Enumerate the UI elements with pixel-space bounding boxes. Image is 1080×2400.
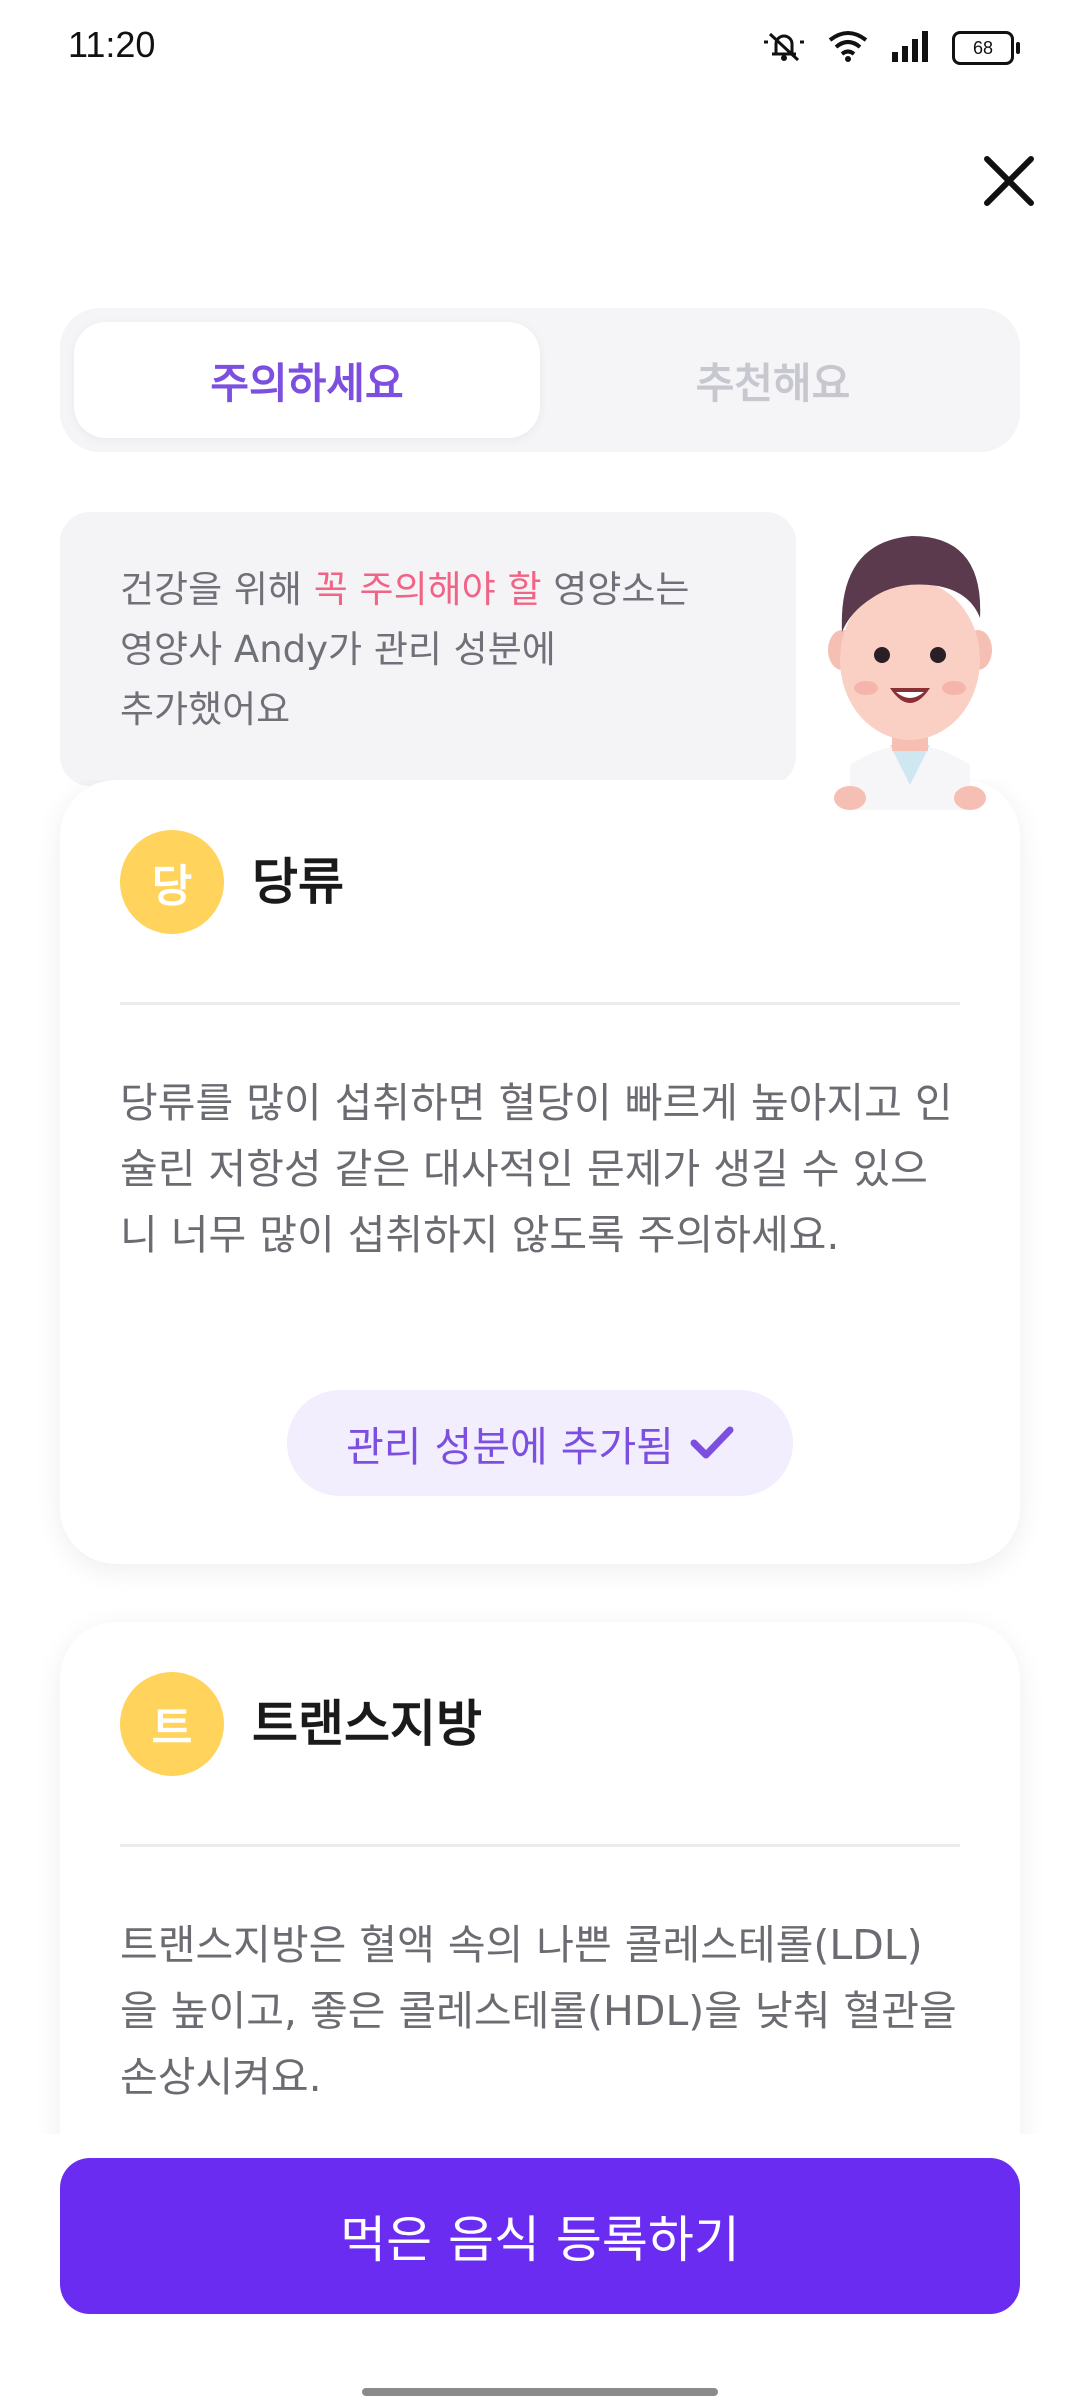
check-icon	[690, 1426, 734, 1459]
card-description: 당류를 많이 섭취하면 혈당이 빠르게 높아지고 인슐린 저항성 같은 대사적인…	[120, 1079, 953, 1259]
tab-recommended[interactable]: 추천해요	[540, 322, 1006, 438]
card-badge: 트	[120, 1672, 224, 1776]
close-icon	[984, 156, 1034, 206]
card-title: 당류	[252, 853, 344, 911]
intro-line2: 영양사 Andy가 관리 성분에	[120, 628, 556, 671]
intro-message: 건강을 위해 꼭 주의해야 할 영양소는 영양사 Andy가 관리 성분에 추가…	[60, 512, 796, 786]
added-label: 관리 성분에 추가됨	[346, 1423, 674, 1471]
nutritionist-avatar	[820, 520, 1000, 810]
status-bar: 11:20 68	[0, 0, 1080, 96]
status-icons: 68	[762, 28, 1020, 68]
nutrient-list: 당 당류 당류를 많이 섭취하면 혈당이 빠르게 높아지고 인슐린 저항성 같은…	[0, 780, 1080, 2134]
intro-line3: 추가했어요	[120, 688, 291, 731]
status-time: 11:20	[68, 24, 156, 65]
mute-icon	[762, 28, 806, 68]
tab-caution[interactable]: 주의하세요	[74, 322, 540, 438]
card-description: 트랜스지방은 혈액 속의 나쁜 콜레스테롤(LDL)을 높이고, 좋은 콜레스테…	[120, 1921, 957, 2101]
card-divider	[120, 1844, 960, 1847]
segmented-tabs: 주의하세요 추천해요	[60, 308, 1020, 452]
intro-highlight: 꼭 주의해야 할	[313, 568, 542, 611]
card-divider	[120, 1002, 960, 1005]
added-to-managed-button[interactable]: 관리 성분에 추가됨	[287, 1390, 793, 1496]
home-indicator	[362, 2388, 718, 2396]
register-food-button[interactable]: 먹은 음식 등록하기	[60, 2158, 1020, 2314]
battery-icon: 68	[952, 31, 1020, 65]
nutrient-card-trans-fat: 트 트랜스지방 트랜스지방은 혈액 속의 나쁜 콜레스테롤(LDL)을 높이고,…	[60, 1622, 1020, 2134]
close-button[interactable]	[978, 150, 1040, 212]
intro-suffix: 영양소는	[541, 568, 690, 611]
wifi-icon	[828, 30, 868, 66]
intro-prefix: 건강을 위해	[120, 568, 314, 611]
signal-icon	[890, 30, 930, 66]
card-title: 트랜스지방	[252, 1695, 482, 1753]
card-badge: 당	[120, 830, 224, 934]
nutrient-card-sugar: 당 당류 당류를 많이 섭취하면 혈당이 빠르게 높아지고 인슐린 저항성 같은…	[60, 780, 1020, 1564]
